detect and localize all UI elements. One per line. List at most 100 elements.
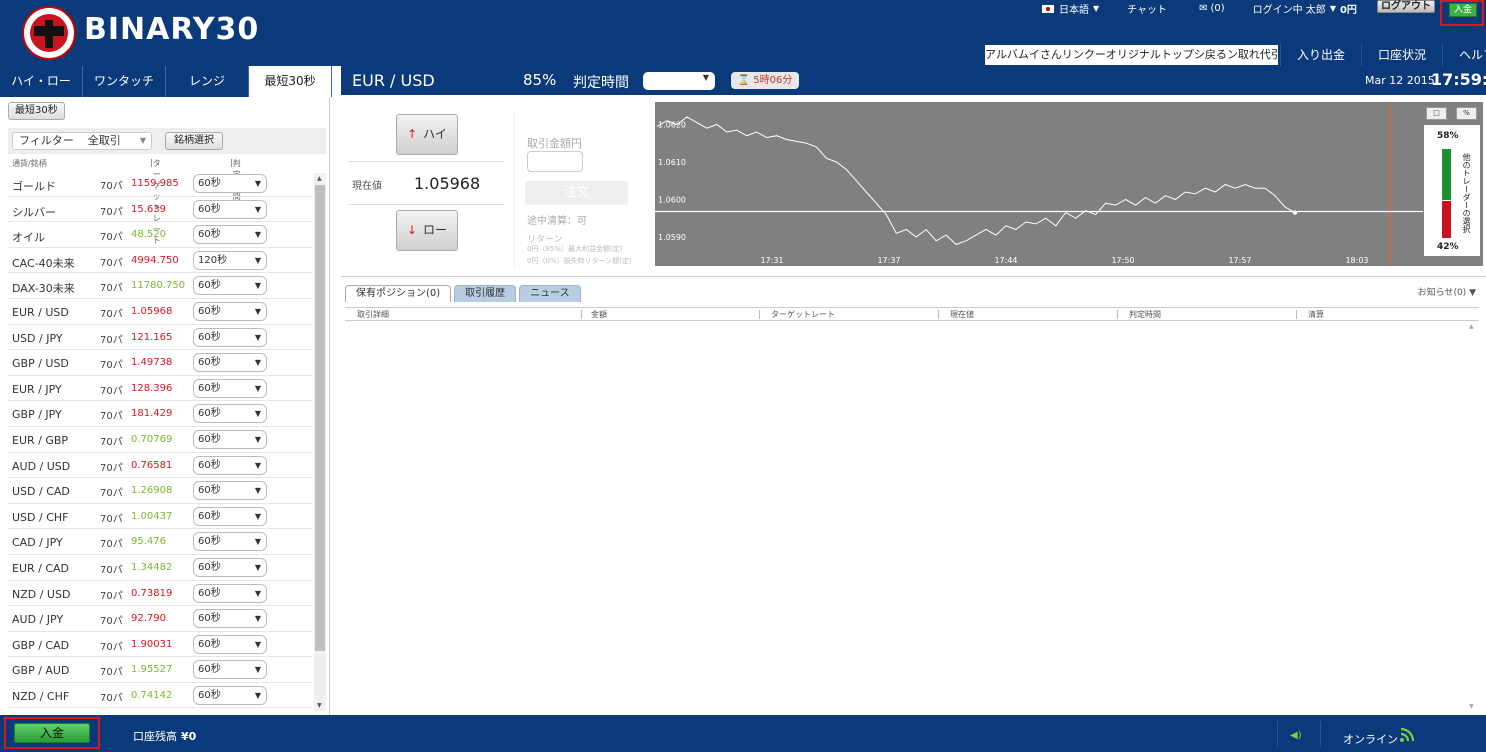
- news-ticker[interactable]: アルバムイさんリンクーオリジナルトップシ戻るン取れ代引: [985, 45, 1278, 65]
- notice-menu[interactable]: お知らせ(0) ▼: [1418, 285, 1476, 298]
- asset-row[interactable]: GBP / CAD 70パ 1.90031 60秒 ▼: [8, 632, 312, 658]
- symbol-select-button[interactable]: 銘柄選択: [165, 132, 223, 150]
- asset-payout: 70パ: [100, 308, 123, 320]
- scroll-up-icon[interactable]: ▲: [317, 175, 322, 182]
- col-target-rate: ターゲットレート: [771, 310, 835, 319]
- logout-button[interactable]: ログアウト: [1377, 0, 1435, 13]
- scrollbar-thumb[interactable]: [315, 185, 325, 651]
- brand-name: BINARY30: [84, 12, 260, 47]
- amount-input[interactable]: [527, 151, 583, 172]
- expiry-select[interactable]: ▼: [643, 72, 715, 90]
- deposit-button-top[interactable]: 入金: [1449, 3, 1477, 17]
- language-select[interactable]: 日本語 ▼: [1034, 0, 1107, 17]
- nav-help[interactable]: ヘルプ ▼: [1442, 44, 1486, 66]
- asset-row[interactable]: USD / JPY 70パ 121.165 60秒 ▼: [8, 325, 312, 351]
- asset-row[interactable]: USD / CHF 70パ 1.00437 60秒 ▼: [8, 504, 312, 530]
- asset-row[interactable]: CAC-40未来 70パ 4994.750 120秒 ▼: [8, 248, 312, 274]
- tab-30sec[interactable]: 最短30秒: [249, 66, 332, 97]
- asset-expiry-select[interactable]: 120秒 ▼: [193, 250, 267, 270]
- asset-rate: 48.520: [131, 229, 166, 241]
- asset-row[interactable]: EUR / USD 70パ 1.05968 60秒 ▼: [8, 299, 312, 325]
- asset-expiry-select[interactable]: 60秒 ▼: [193, 506, 267, 526]
- asset-expiry-select[interactable]: 60秒 ▼: [193, 199, 267, 219]
- chart-percent-button[interactable]: %: [1456, 107, 1477, 120]
- asset-row[interactable]: EUR / JPY 70パ 128.396 60秒 ▼: [8, 376, 312, 402]
- asset-payout: 70パ: [100, 692, 123, 704]
- tab-highlow[interactable]: ハイ・ロー: [0, 66, 83, 97]
- asset-expiry-select[interactable]: 60秒 ▼: [193, 353, 267, 373]
- asset-expiry-value: 60秒: [198, 280, 221, 292]
- low-button[interactable]: ↓ ロー: [396, 210, 458, 251]
- asset-row[interactable]: ゴールド 70パ 1159.985 60秒 ▼: [8, 171, 312, 197]
- asset-rate: 95.476: [131, 536, 166, 548]
- asset-expiry-select[interactable]: 60秒 ▼: [193, 225, 267, 245]
- asset-expiry-select[interactable]: 60秒 ▼: [193, 557, 267, 577]
- user-menu[interactable]: ログイン中 太郎 ▼ 0円: [1245, 0, 1365, 17]
- asset-row[interactable]: EUR / GBP 70パ 0.70769 60秒 ▼: [8, 427, 312, 453]
- asset-expiry-select[interactable]: 60秒 ▼: [193, 276, 267, 296]
- asset-row[interactable]: GBP / AUD 70パ 1.95527 60秒 ▼: [8, 657, 312, 683]
- asset-row[interactable]: GBP / JPY 70パ 181.429 60秒 ▼: [8, 401, 312, 427]
- chart-window-button[interactable]: □: [1426, 107, 1447, 120]
- asset-row[interactable]: NZD / USD 70パ 0.73819 60秒 ▼: [8, 581, 312, 607]
- asset-list-scrollbar[interactable]: ▲ ▼: [314, 173, 326, 711]
- asset-name: GBP / CAD: [12, 638, 70, 652]
- asset-row[interactable]: AUD / JPY 70パ 92.790 60秒 ▼: [8, 606, 312, 632]
- asset-expiry-select[interactable]: 60秒 ▼: [193, 301, 267, 321]
- asset-name: AUD / JPY: [12, 613, 64, 627]
- scroll-down-icon[interactable]: ▼: [1469, 703, 1474, 710]
- scroll-up-icon[interactable]: ▲: [1469, 323, 1474, 330]
- price-chart[interactable]: 1.0620 1.0610 1.0600 1.0590 17:31 17:37 17:44 1…: [655, 102, 1483, 266]
- asset-expiry-select[interactable]: 60秒 ▼: [193, 429, 267, 449]
- asset-expiry-select[interactable]: 60秒 ▼: [193, 660, 267, 680]
- sub-tab-30sec[interactable]: 最短30秒: [8, 102, 65, 120]
- asset-row[interactable]: USD / CAD 70パ 1.26908 60秒 ▼: [8, 478, 312, 504]
- asset-expiry-select[interactable]: 60秒 ▼: [193, 378, 267, 398]
- asset-expiry-select[interactable]: 60秒 ▼: [193, 404, 267, 424]
- asset-expiry-select[interactable]: 60秒 ▼: [193, 174, 267, 193]
- mail-link[interactable]: ✉ (0): [1191, 0, 1233, 17]
- filter-select[interactable]: フィルター 全取引 ▼: [12, 132, 152, 150]
- order-button[interactable]: 注文: [525, 181, 628, 205]
- asset-row[interactable]: オイル 70パ 48.520 60秒 ▼: [8, 222, 312, 248]
- asset-row[interactable]: DAX-30未来 70パ 11780.750 60秒 ▼: [8, 273, 312, 299]
- scroll-down-icon[interactable]: ▼: [317, 702, 322, 709]
- asset-row[interactable]: GBP / USD 70パ 1.49738 60秒 ▼: [8, 350, 312, 376]
- high-button[interactable]: ↑ ハイ: [396, 114, 458, 155]
- tab-news[interactable]: ニュース: [519, 285, 581, 302]
- asset-rate: 0.74142: [131, 689, 173, 701]
- asset-expiry-value: 120秒: [198, 254, 228, 266]
- asset-expiry-select[interactable]: 60秒 ▼: [193, 609, 267, 629]
- nav-deposit-withdraw[interactable]: 入り出金: [1280, 44, 1361, 66]
- asset-expiry-select[interactable]: 60秒 ▼: [193, 481, 267, 501]
- asset-row[interactable]: CAD / JPY 70パ 95.476 60秒 ▼: [8, 529, 312, 555]
- asset-row[interactable]: NZD / CHF 70パ 0.74142 60秒 ▼: [8, 683, 312, 709]
- asset-row[interactable]: EUR / CAD 70パ 1.34482 60秒 ▼: [8, 555, 312, 581]
- tab-open-positions[interactable]: 保有ポジション(0): [345, 285, 452, 302]
- asset-expiry-select[interactable]: 60秒 ▼: [193, 532, 267, 552]
- asset-expiry-value: 60秒: [198, 382, 221, 394]
- deposit-button-footer[interactable]: 入金: [14, 723, 90, 743]
- asset-row[interactable]: シルバー 70パ 15.639 60秒 ▼: [8, 197, 312, 223]
- asset-payout: 70パ: [100, 385, 123, 397]
- asset-payout: 70パ: [100, 641, 123, 653]
- asset-name: EUR / GBP: [12, 433, 69, 447]
- asset-expiry-value: 60秒: [198, 459, 221, 471]
- asset-expiry-select[interactable]: 60秒 ▼: [193, 583, 267, 603]
- sound-icon[interactable]: ◀): [1290, 730, 1306, 741]
- brand-logo[interactable]: [22, 6, 76, 60]
- chat-link[interactable]: チャット: [1119, 0, 1175, 17]
- asset-expiry-select[interactable]: 60秒 ▼: [193, 685, 267, 705]
- tab-range[interactable]: レンジ: [166, 66, 249, 97]
- trade-header: EUR / USD 85% 判定時間 ▼ ⌛ 5時06分 Mar 12 2015…: [341, 66, 1486, 95]
- tab-onetouch[interactable]: ワンタッチ: [83, 66, 166, 97]
- asset-expiry-select[interactable]: 60秒 ▼: [193, 327, 267, 347]
- asset-expiry-select[interactable]: 60秒 ▼: [193, 634, 267, 654]
- tab-trade-history[interactable]: 取引履歴: [454, 285, 517, 302]
- positions-tabs: 保有ポジション(0) 取引履歴 ニュース: [345, 285, 584, 303]
- asset-row[interactable]: AUD / USD 70パ 0.76581 60秒 ▼: [8, 453, 312, 479]
- balance-label: 口座残高: [133, 730, 177, 743]
- nav-account-status[interactable]: 口座状況: [1361, 44, 1442, 66]
- asset-expiry-select[interactable]: 60秒 ▼: [193, 455, 267, 475]
- price-chart-svg: 1.0620 1.0610 1.0600 1.0590 17:31 17:37 17:44 1…: [655, 102, 1423, 266]
